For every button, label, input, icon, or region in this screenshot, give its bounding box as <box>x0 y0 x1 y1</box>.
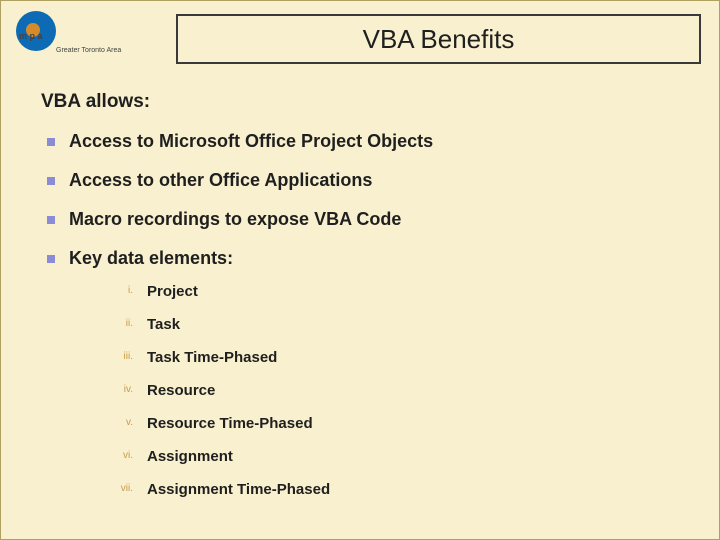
sub-text: Task <box>147 316 180 333</box>
bullet-item: Macro recordings to expose VBA Code <box>41 209 684 230</box>
roman-numeral: vi. <box>101 450 133 461</box>
bullet-text: Macro recordings to expose VBA Code <box>69 209 401 229</box>
slide-title-box: VBA Benefits <box>176 14 701 64</box>
roman-numeral: ii. <box>101 318 133 329</box>
sub-item: v. Resource Time-Phased <box>69 415 684 432</box>
roman-numeral: iii. <box>101 351 133 362</box>
roman-numeral: vii. <box>101 483 133 494</box>
bullet-text: Access to other Office Applications <box>69 170 372 190</box>
sub-item: iii. Task Time-Phased <box>69 349 684 366</box>
sub-list: i. Project ii. Task iii. Task Time-Phased i… <box>69 283 684 498</box>
roman-numeral: i. <box>101 285 133 296</box>
sub-item: ii. Task <box>69 316 684 333</box>
bullet-item: Access to Microsoft Office Project Objec… <box>41 131 684 152</box>
roman-numeral: v. <box>101 417 133 428</box>
slide-content: VBA allows: Access to Microsoft Office P… <box>41 91 684 516</box>
sub-text: Resource Time-Phased <box>147 415 313 432</box>
intro-text: VBA allows: <box>41 91 684 113</box>
roman-numeral: iv. <box>101 384 133 395</box>
sub-text: Assignment Time-Phased <box>147 481 330 498</box>
bullet-item: Key data elements: i. Project ii. Task iii… <box>41 248 684 498</box>
sub-item: i. Project <box>69 283 684 300</box>
sub-text: Project <box>147 283 198 300</box>
bullet-list: Access to Microsoft Office Project Objec… <box>41 131 684 498</box>
sub-text: Task Time-Phased <box>147 349 277 366</box>
bullet-text: Key data elements: <box>69 248 233 268</box>
logo-text: m p a <box>19 31 43 41</box>
slide-title: VBA Benefits <box>363 24 515 55</box>
logo: m p a Greater Toronto Area <box>11 11 161 66</box>
bullet-text: Access to Microsoft Office Project Objec… <box>69 131 433 151</box>
sub-text: Assignment <box>147 448 233 465</box>
sub-item: vii. Assignment Time-Phased <box>69 481 684 498</box>
sub-item: vi. Assignment <box>69 448 684 465</box>
sub-item: iv. Resource <box>69 382 684 399</box>
logo-subtext: Greater Toronto Area <box>56 47 121 54</box>
bullet-item: Access to other Office Applications <box>41 170 684 191</box>
sub-text: Resource <box>147 382 215 399</box>
